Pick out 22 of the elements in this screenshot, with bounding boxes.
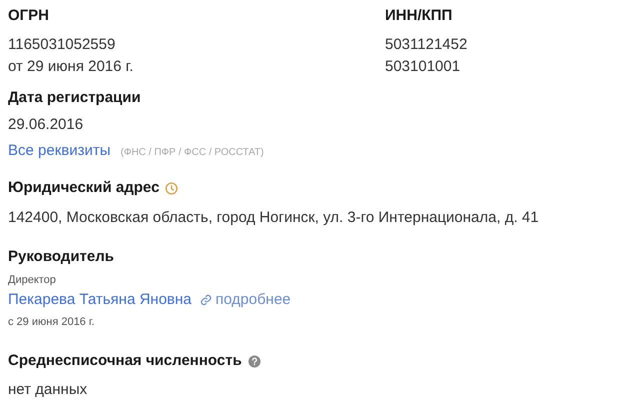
role-label: Директор (8, 273, 57, 287)
section-heading: Среднесписочная численность (8, 351, 242, 371)
director-name-link[interactable]: Пекарева Татьяна Яновна (8, 289, 192, 311)
section-heading: Руководитель (8, 247, 115, 267)
field-value: 29.06.2016 (8, 115, 84, 135)
field-value: 5031121452 (385, 35, 468, 55)
field-value: нет данных (8, 380, 88, 400)
field-value: 503101001 (385, 57, 462, 77)
section-heading: Дата регистрации (8, 88, 142, 108)
field-value: 1165031052559 (8, 35, 116, 55)
clock-icon[interactable] (165, 182, 178, 194)
help-icon[interactable] (248, 354, 261, 368)
requisites-note: (ФНС / ПФР / ФСС / РОССТАТ) (120, 146, 264, 160)
section-heading: ОГРН (8, 6, 50, 26)
all-requisites-link[interactable]: Все реквизиты (8, 140, 111, 162)
field-value: от 29 июня 2016 г. (8, 57, 134, 77)
field-value: 142400, Московская область, город Ногинск, ул. 3-го Интернационала, д. 41 (8, 208, 539, 228)
section-heading: Юридический адрес (8, 178, 160, 198)
link-icon (200, 294, 212, 306)
section-heading: ИНН/КПП (385, 6, 454, 26)
since-date: с 29 июня 2016 г. (8, 315, 96, 330)
more-link[interactable]: подробнее (200, 289, 291, 311)
